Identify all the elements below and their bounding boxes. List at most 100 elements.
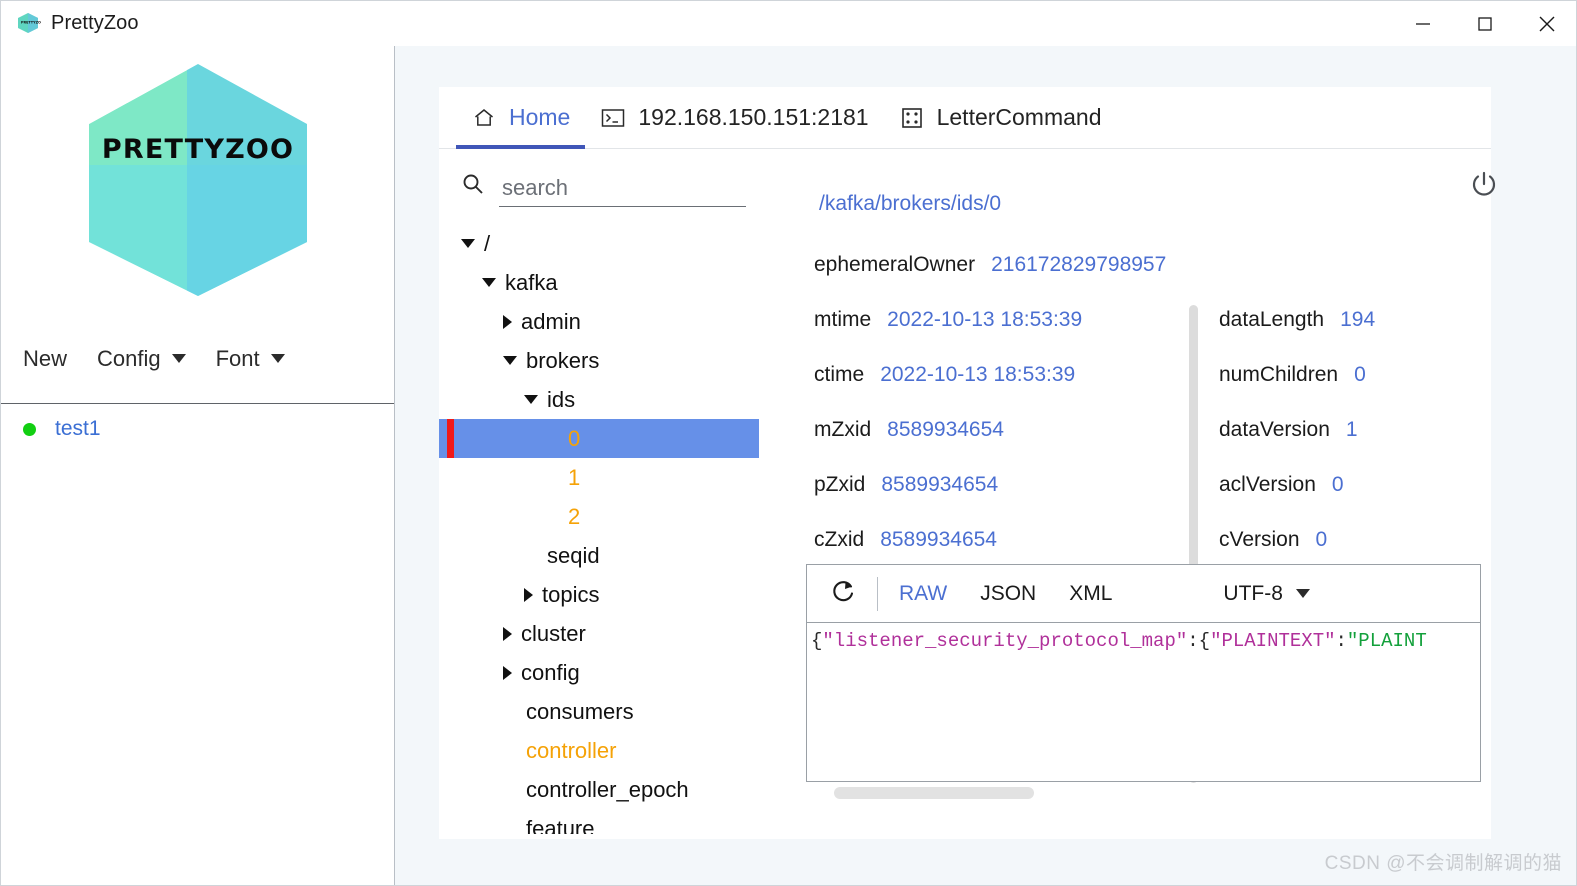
chevron-down-icon — [171, 354, 186, 363]
property-cell: cZxid 8589934654 — [814, 528, 1219, 552]
node-path-label: /kafka/brokers/ids/0 — [819, 192, 1002, 215]
tree-node-0[interactable]: 0 — [439, 419, 759, 458]
property-value: 194 — [1340, 307, 1376, 331]
search-input[interactable] — [499, 175, 746, 207]
property-key: mZxid — [814, 417, 872, 441]
property-value: 2022-10-13 18:53:39 — [880, 362, 1076, 386]
server-list-item[interactable]: test1 — [1, 405, 394, 453]
tree-node-controller[interactable]: controller — [439, 731, 759, 770]
font-menu[interactable]: Font — [216, 346, 285, 372]
tree-node-controller_epoch[interactable]: controller_epoch — [439, 770, 759, 809]
property-value: 0 — [1315, 527, 1328, 551]
tree-node-admin[interactable]: admin — [439, 302, 759, 341]
property-value: 0 — [1354, 362, 1366, 386]
dice-icon — [899, 105, 925, 131]
property-row: ctime 2022-10-13 18:53:39 numChildren 0 — [814, 347, 1494, 402]
chevron-down-icon — [270, 354, 285, 363]
code-token: "PLAINTEXT" — [1210, 630, 1336, 652]
tab-home[interactable]: Home — [456, 87, 586, 149]
tree-node-brokers[interactable]: brokers — [439, 341, 759, 380]
tree-node-1[interactable]: 1 — [439, 458, 759, 497]
format-raw-button[interactable]: RAW — [899, 582, 947, 606]
prettyzoo-logo-icon: PRETTYZOO — [15, 11, 41, 37]
node-tree[interactable]: / kafka admin brokers ids 0 1 2 seqid topics clust… — [439, 224, 759, 834]
close-button[interactable] — [1516, 1, 1576, 46]
new-button[interactable]: New — [23, 346, 67, 372]
property-key: cVersion — [1219, 527, 1300, 551]
tree-node-seqid[interactable]: seqid — [439, 536, 759, 575]
property-cell: ephemeralOwner 216172829798957 — [814, 253, 1219, 277]
tab-connection[interactable]: 192.168.150.151:2181 — [585, 87, 883, 149]
format-xml-button[interactable]: XML — [1069, 582, 1112, 606]
tree-node-label: consumers — [526, 698, 634, 724]
server-list: test1 — [1, 405, 394, 885]
config-menu[interactable]: Config — [97, 346, 186, 372]
editor-toolbar: RAW JSON XML UTF-8 — [807, 565, 1480, 622]
chevron-right-icon[interactable] — [503, 665, 512, 680]
node-data-editor: RAW JSON XML UTF-8 {"listener_security_p… — [806, 564, 1481, 782]
tab-letter-command[interactable]: LetterCommand — [884, 87, 1117, 149]
property-key: mtime — [814, 307, 872, 331]
title-bar-left: PRETTYZOO PrettyZoo — [1, 11, 139, 37]
chevron-down-icon[interactable] — [503, 356, 517, 365]
node-tree-panel: / kafka admin brokers ids 0 1 2 seqid topics clust… — [439, 149, 759, 839]
encoding-value: UTF-8 — [1223, 581, 1283, 605]
chevron-right-icon[interactable] — [503, 314, 512, 329]
tree-node-label: / — [484, 230, 491, 256]
encoding-dropdown[interactable]: UTF-8 — [1223, 582, 1310, 606]
left-panel: PRETTYZOO New Config Font test1 — [1, 46, 395, 885]
chevron-down-icon[interactable] — [461, 239, 475, 248]
property-cell: dataLength 194 — [1219, 308, 1375, 332]
chevron-down-icon[interactable] — [524, 395, 538, 404]
property-value: 8589934654 — [881, 472, 999, 496]
property-cell: mZxid 8589934654 — [814, 418, 1219, 442]
property-key: dataLength — [1219, 307, 1325, 331]
tree-node-[interactable]: / — [439, 224, 759, 263]
chevron-right-icon[interactable] — [503, 626, 512, 641]
window-controls — [1392, 1, 1576, 46]
home-icon — [471, 105, 497, 131]
status-dot-icon — [23, 422, 36, 436]
property-value: 0 — [1331, 472, 1344, 496]
node-properties: ephemeralOwner 216172829798957 mtime 2022-1… — [814, 237, 1494, 567]
code-token: :{ — [1187, 630, 1211, 652]
property-row: cZxid 8589934654 cVersion 0 — [814, 512, 1494, 567]
tree-node-label: config — [521, 659, 580, 685]
tree-node-consumers[interactable]: consumers — [439, 692, 759, 731]
application-window: PRETTYZOO PrettyZoo — [0, 0, 1577, 886]
editor-horizontal-scrollbar[interactable] — [834, 787, 1474, 799]
refresh-icon — [830, 577, 858, 610]
tree-node-label: feature — [526, 815, 595, 835]
tree-node-topics[interactable]: topics — [439, 575, 759, 614]
property-key: pZxid — [814, 472, 866, 496]
tree-node-feature[interactable]: feature — [439, 809, 759, 835]
format-json-button[interactable]: JSON — [980, 582, 1036, 606]
maximize-button[interactable] — [1454, 1, 1516, 46]
property-cell: mtime 2022-10-13 18:53:39 — [814, 308, 1219, 332]
tree-node-ids[interactable]: ids — [439, 380, 759, 419]
tree-node-kafka[interactable]: kafka — [439, 263, 759, 302]
tree-node-config[interactable]: config — [439, 653, 759, 692]
tree-node-cluster[interactable]: cluster — [439, 614, 759, 653]
tree-node-2[interactable]: 2 — [439, 497, 759, 536]
disconnect-button[interactable] — [1464, 167, 1504, 207]
code-token: { — [811, 630, 823, 652]
minimize-button[interactable] — [1392, 1, 1454, 46]
property-row: ephemeralOwner 216172829798957 — [814, 237, 1494, 292]
font-menu-label: Font — [215, 345, 260, 371]
tree-node-label: controller — [526, 737, 617, 763]
property-cell: pZxid 8589934654 — [814, 473, 1219, 497]
tree-node-label: 2 — [568, 503, 581, 529]
property-row: mtime 2022-10-13 18:53:39 dataLength 194 — [814, 292, 1494, 347]
tree-node-label: cluster — [521, 620, 586, 646]
chevron-down-icon[interactable] — [482, 278, 496, 287]
chevron-right-icon[interactable] — [524, 587, 533, 602]
scrollbar-thumb[interactable] — [834, 787, 1034, 799]
editor-text-area[interactable]: {"listener_security_protocol_map":{"PLAI… — [807, 622, 1480, 782]
refresh-button[interactable] — [825, 577, 863, 610]
watermark: CSDN @不会调制解调的猫 — [1324, 853, 1562, 874]
